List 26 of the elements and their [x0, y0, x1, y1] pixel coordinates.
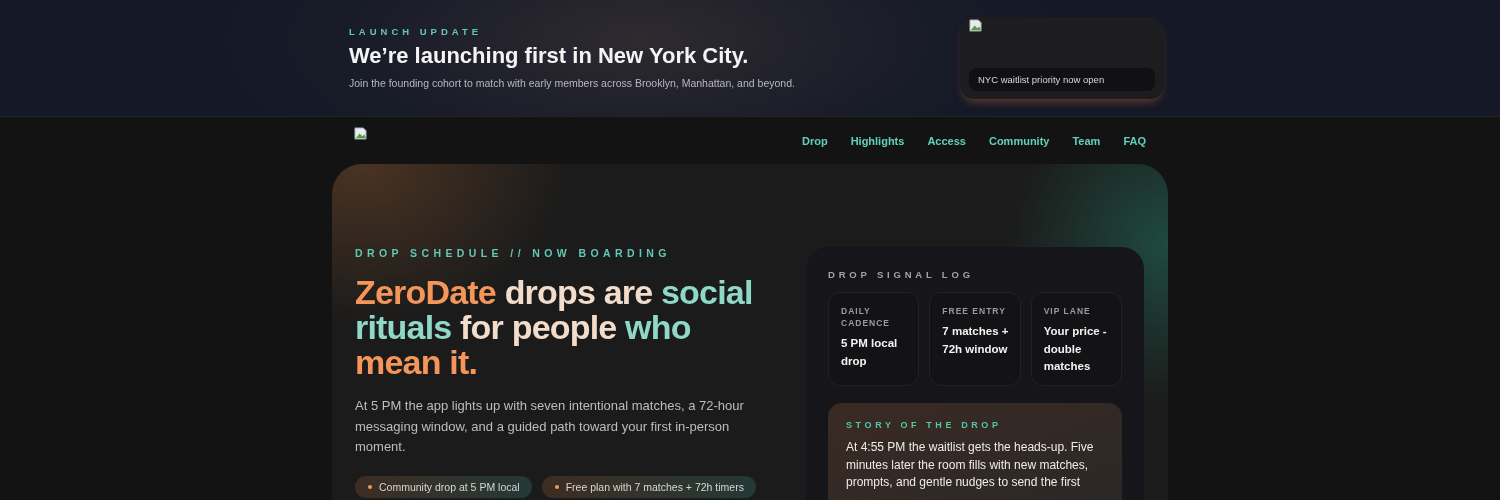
hero-headline: ZeroDate drops are social rituals for people who mean it.: [355, 275, 754, 380]
feature-pill: Free plan with 7 matches + 72h timers: [541, 475, 756, 498]
stat-value: 5 PM local drop: [841, 336, 899, 369]
nav-link[interactable]: Highlights: [850, 135, 905, 147]
nav-link[interactable]: FAQ: [1123, 135, 1146, 147]
stat-label: FREE ENTRY: [942, 305, 1007, 317]
nav-link[interactable]: Drop: [801, 135, 828, 147]
card-caption: NYC waitlist priority now open: [969, 68, 1155, 91]
story-title: STORY OF THE DROP: [846, 420, 1003, 430]
stat-value: Your price - double matches: [1043, 324, 1108, 374]
panel-title: DROP SIGNAL LOG: [828, 269, 975, 280]
feature-pill: Community drop at 5 PM local: [355, 475, 532, 498]
nav-link[interactable]: Team: [1072, 135, 1101, 147]
announcement-eyebrow: LAUNCH UPDATE: [349, 26, 484, 37]
stat-label: VIP LANE: [1043, 305, 1092, 317]
hero-description: At 5 PM the app lights up with seven intentional matches, a 72-hour messaging window, and a guided path toward your first in-person moment.: [355, 397, 745, 456]
broken-image-icon: [969, 19, 982, 32]
nav-link[interactable]: Community: [988, 135, 1050, 147]
hero-eyebrow: DROP SCHEDULE // NOW BOARDING: [355, 247, 672, 259]
stat-label: DAILY CADENCE: [841, 305, 892, 329]
nav-link[interactable]: Access: [927, 135, 966, 147]
story-text: At 4:55 PM the waitlist gets the heads-up. Five minutes later the room fills with new matches, prompts, and gentle nudges to send the first: [846, 439, 1095, 491]
announcement-title: We’re launching first in New York City.: [349, 43, 750, 69]
announcement-subtitle: Join the founding cohort to match with early members across Brooklyn, Manhattan, and beyond.: [349, 77, 795, 89]
stat-value: 7 matches + 72h window: [942, 324, 1010, 357]
broken-image-icon: [354, 127, 367, 140]
